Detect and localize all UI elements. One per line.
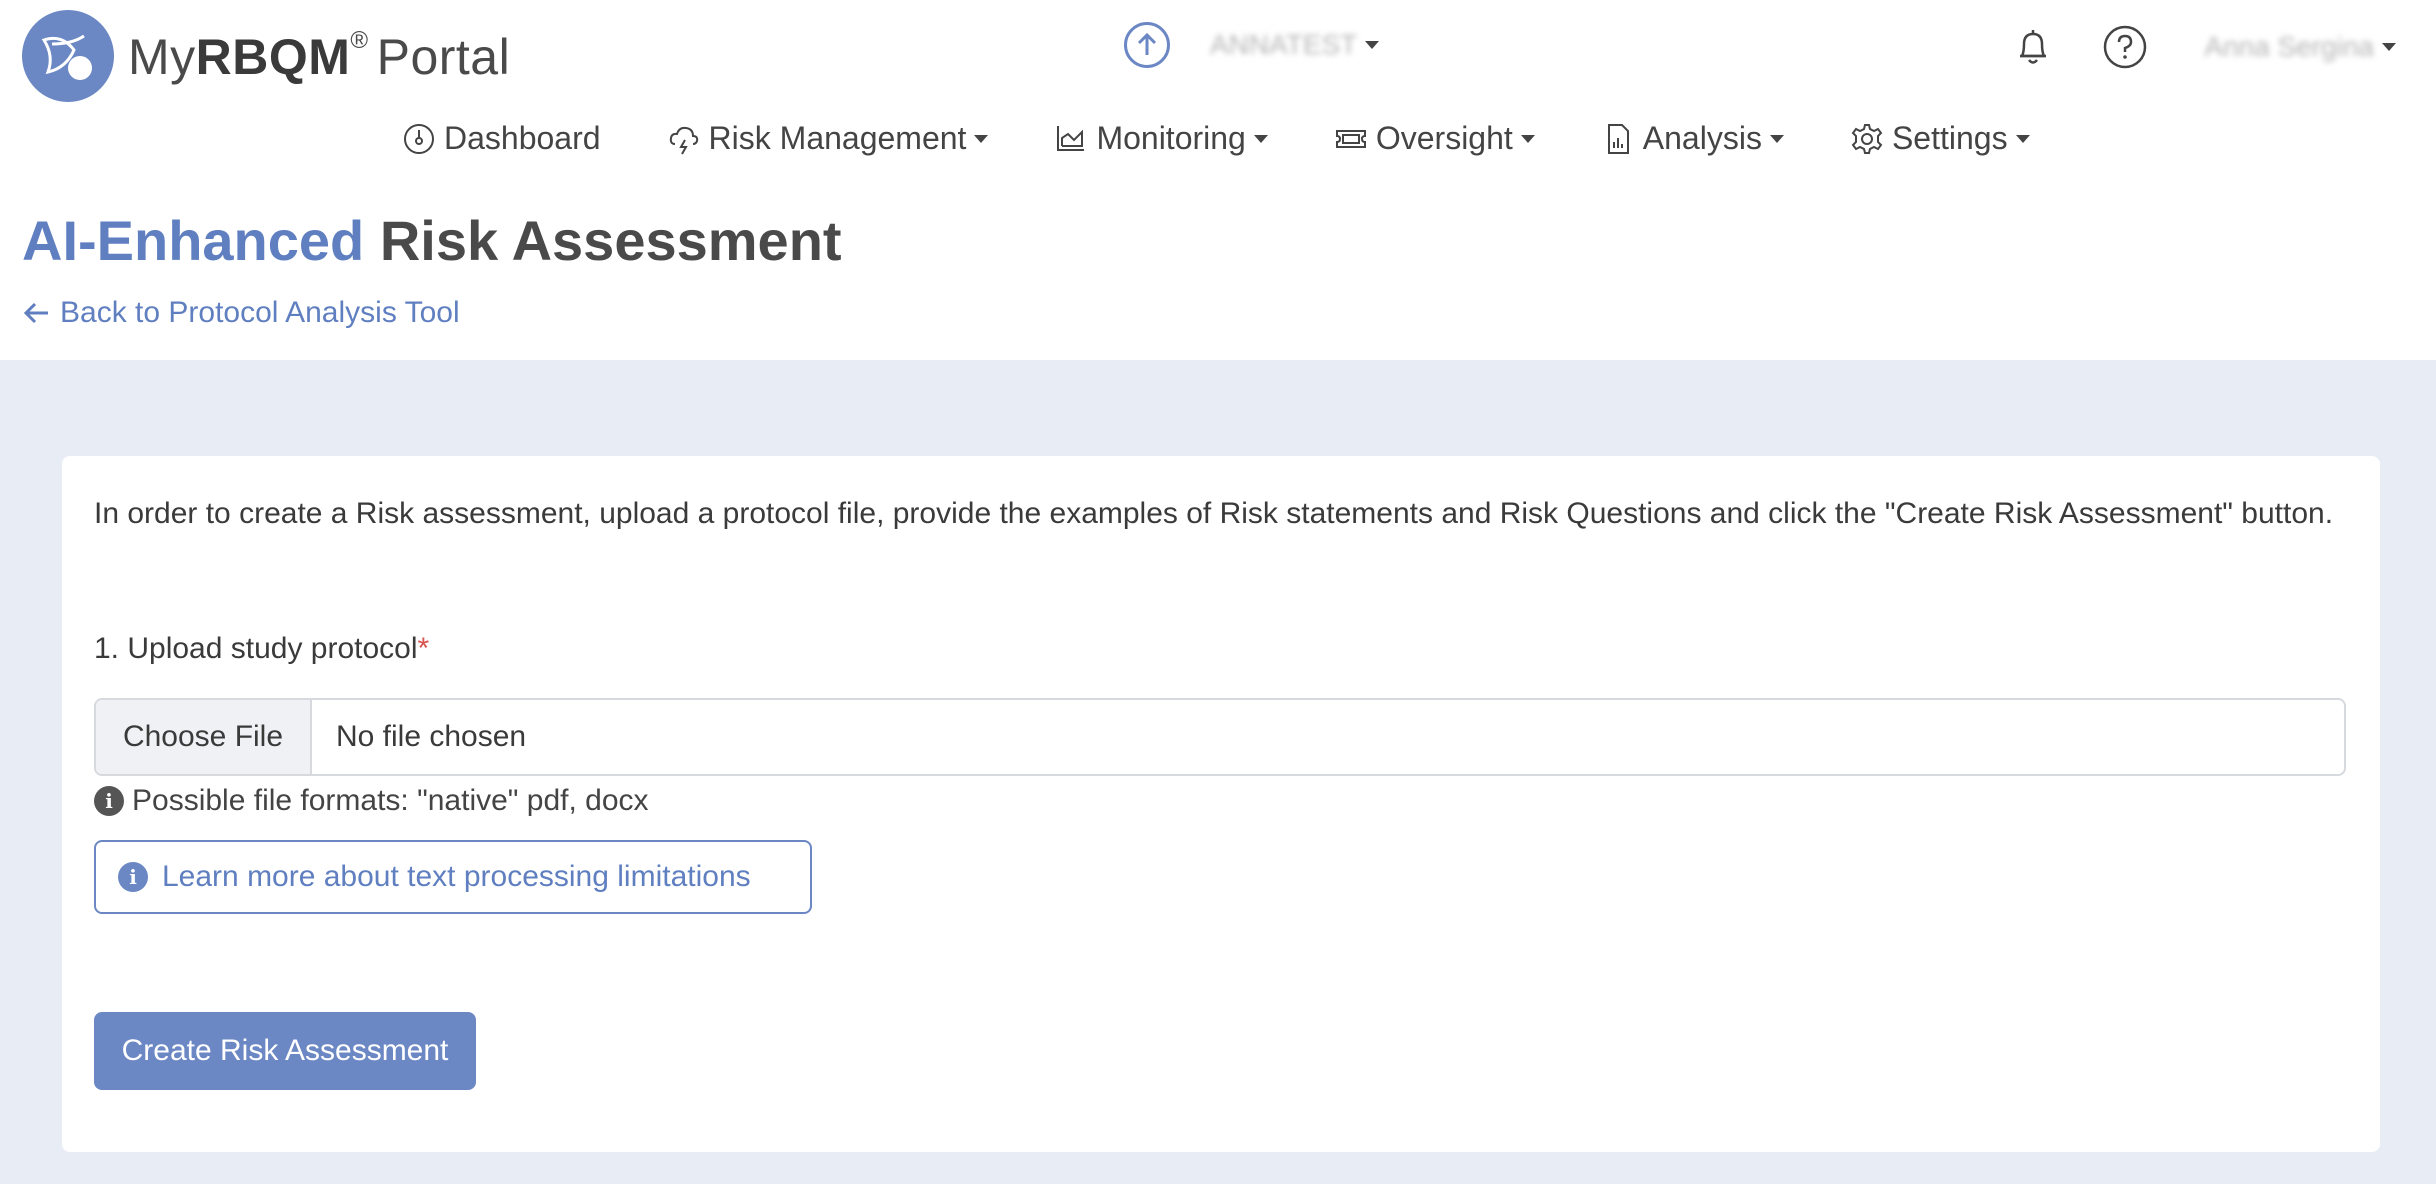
- brand-bold: RBQM: [195, 28, 351, 85]
- study-name: ANNATEST: [1210, 29, 1358, 60]
- nav-label: Risk Management: [708, 120, 967, 156]
- nav-label: Monitoring: [1096, 120, 1246, 156]
- chevron-down-icon: [1365, 41, 1380, 49]
- info-icon: i: [94, 786, 124, 816]
- file-formats-text: Possible file formats: "native" pdf, doc…: [132, 784, 649, 817]
- nav-item-dashboard[interactable]: Dashboard: [402, 120, 601, 157]
- cloud-lightning-icon: [669, 126, 698, 154]
- brand-prefix: My: [128, 28, 196, 85]
- dashboard-gauge-icon: [404, 123, 434, 154]
- nav-label: Analysis: [1642, 120, 1762, 156]
- brand-logo[interactable]: MyRBQM® Portal: [22, 10, 510, 102]
- nav-label: Settings: [1891, 120, 2008, 156]
- choose-file-button[interactable]: Choose File: [96, 700, 312, 774]
- chevron-down-icon: [2015, 134, 2030, 143]
- info-icon: i: [118, 862, 148, 892]
- chevron-down-icon: [1253, 134, 1268, 143]
- chevron-down-icon: [1769, 134, 1784, 143]
- file-formats-hint: i Possible file formats: "native" pdf, d…: [94, 784, 649, 818]
- back-link[interactable]: Back to Protocol Analysis Tool: [22, 296, 460, 330]
- upload-circle-icon: [1124, 22, 1170, 68]
- question-circle-icon[interactable]: [2100, 22, 2150, 72]
- nav-label: Dashboard: [444, 120, 601, 156]
- nav-item-oversight[interactable]: Oversight: [1334, 120, 1535, 157]
- header-actions: Anna Sergina: [1966, 22, 2396, 72]
- user-menu[interactable]: Anna Sergina: [2204, 31, 2374, 63]
- ticket-icon: [1335, 129, 1366, 148]
- top-bar: MyRBQM® Portal ANNATEST Anna Sergina: [0, 0, 2436, 120]
- bell-icon[interactable]: [2008, 22, 2058, 72]
- page-title: AI-Enhanced Risk Assessment: [22, 208, 842, 273]
- arrow-left-icon: [23, 302, 48, 324]
- chevron-down-icon: [1520, 134, 1535, 143]
- back-link-label: Back to Protocol Analysis Tool: [60, 296, 460, 329]
- file-chart-icon: [1607, 123, 1629, 154]
- upload-step-label: 1. Upload study protocol*: [94, 632, 429, 666]
- learn-more-label: Learn more about text processing limitat…: [162, 860, 751, 893]
- file-status: No file chosen: [336, 720, 527, 753]
- protocol-file-input[interactable]: Choose File No file chosen: [94, 698, 2346, 776]
- area-chart-icon: [1057, 125, 1085, 151]
- page-title-rest: Risk Assessment: [379, 209, 842, 272]
- intro-text: In order to create a Risk assessment, up…: [94, 497, 2334, 530]
- nav-item-risk-management[interactable]: Risk Management: [667, 120, 989, 157]
- risk-assessment-form-card: In order to create a Risk assessment, up…: [62, 456, 2380, 1152]
- learn-more-button[interactable]: i Learn more about text processing limit…: [94, 840, 812, 914]
- nav-item-settings[interactable]: Settings: [1850, 120, 2030, 157]
- chevron-down-icon: [974, 134, 989, 143]
- logo-emblem-icon: [22, 10, 114, 102]
- study-selector[interactable]: ANNATEST: [1124, 22, 1380, 68]
- required-mark: *: [417, 632, 430, 665]
- brand-name: MyRBQM® Portal: [128, 27, 510, 86]
- gear-icon: [1851, 123, 1883, 154]
- nav-item-monitoring[interactable]: Monitoring: [1054, 120, 1268, 157]
- chevron-down-icon: [2382, 43, 2396, 51]
- page-title-accent: AI-Enhanced: [22, 209, 365, 272]
- brand-suffix: Portal: [376, 28, 511, 85]
- registered-mark: ®: [350, 26, 369, 54]
- create-risk-assessment-button[interactable]: Create Risk Assessment: [94, 1012, 476, 1090]
- nav-label: Oversight: [1375, 120, 1513, 156]
- nav-item-analysis[interactable]: Analysis: [1601, 120, 1784, 157]
- upload-step-text: 1. Upload study protocol: [94, 632, 418, 665]
- main-nav: Dashboard Risk Management Monitoring Ove…: [402, 120, 2096, 157]
